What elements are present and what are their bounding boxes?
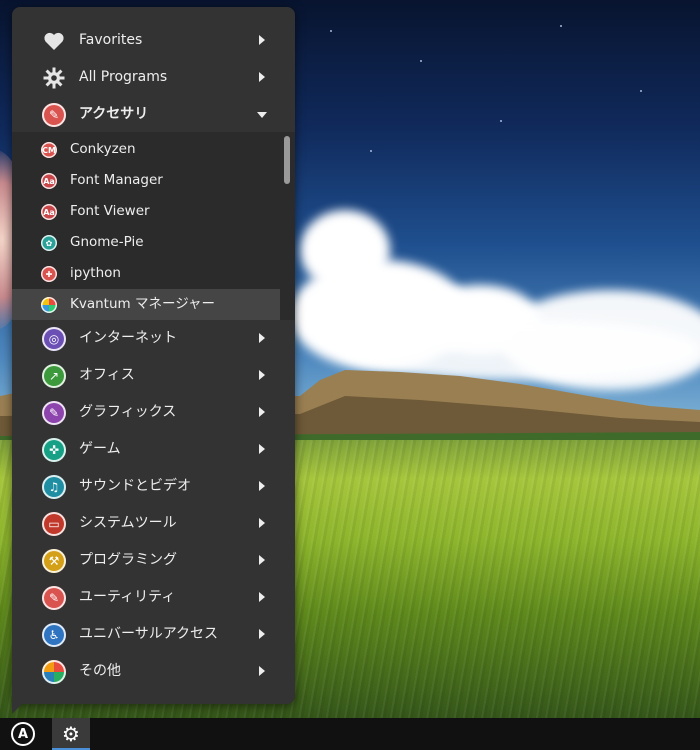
star <box>370 150 372 152</box>
menu-item-label: ユニバーサルアクセス <box>79 626 219 642</box>
application-menu: Favorites All Programs ✎ アクセサリ CM Conkyz… <box>12 7 295 704</box>
menu-item-label: サウンドとビデオ <box>79 478 191 494</box>
app-label: Gnome-Pie <box>70 234 144 250</box>
conkyzen-icon: CM <box>41 142 57 158</box>
menu-item-accessories[interactable]: ✎ アクセサリ <box>12 96 295 133</box>
menu-item-label: ゲーム <box>79 441 121 457</box>
start-menu-button[interactable]: A <box>4 718 42 750</box>
chevron-right-icon <box>259 592 265 602</box>
taskbar: A ⚙ <box>0 718 700 750</box>
menu-item-internet[interactable]: ◎ インターネット <box>12 320 295 357</box>
chevron-right-icon <box>259 333 265 343</box>
chevron-down-icon <box>257 112 267 118</box>
chevron-right-icon <box>259 666 265 676</box>
chevron-right-icon <box>259 35 265 45</box>
menu-item-label: インターネット <box>79 330 177 346</box>
app-item-kvantum[interactable]: Kvantum マネージャー <box>12 289 280 320</box>
menu-item-label: オフィス <box>79 367 135 383</box>
internet-icon: ◎ <box>42 327 66 351</box>
universal-access-icon: ♿ <box>42 623 66 647</box>
gear-icon: ⚙ <box>62 722 80 746</box>
app-label: Font Viewer <box>70 203 150 219</box>
accessories-submenu[interactable]: CM Conkyzen Aa Font Manager Aa Font View… <box>12 132 295 320</box>
app-label: Conkyzen <box>70 141 136 157</box>
font-viewer-icon: Aa <box>41 204 57 220</box>
chevron-right-icon <box>259 444 265 454</box>
office-icon: ↗ <box>42 364 66 388</box>
menu-item-label: All Programs <box>79 69 168 85</box>
app-item-ipython[interactable]: ✚ ipython <box>12 258 280 289</box>
star <box>640 90 642 92</box>
menu-item-utilities[interactable]: ✎ ユーティリティ <box>12 579 295 616</box>
menu-item-label: アクセサリ <box>79 106 149 122</box>
chevron-right-icon <box>259 481 265 491</box>
chevron-right-icon <box>259 407 265 417</box>
menu-item-label: Favorites <box>79 32 143 48</box>
programming-icon: ⚒ <box>42 549 66 573</box>
menu-item-label: その他 <box>79 663 121 679</box>
chevron-right-icon <box>259 370 265 380</box>
games-icon: ✜ <box>42 438 66 462</box>
star <box>420 60 422 62</box>
menu-item-favorites[interactable]: Favorites <box>12 22 295 59</box>
gear-icon <box>42 66 66 90</box>
ipython-icon: ✚ <box>41 266 57 282</box>
sound-video-icon: ♫ <box>42 475 66 499</box>
system-tools-icon: ▭ <box>42 512 66 536</box>
star <box>330 30 332 32</box>
menu-item-games[interactable]: ✜ ゲーム <box>12 431 295 468</box>
menu-item-all-programs[interactable]: All Programs <box>12 59 295 96</box>
menu-item-label: プログラミング <box>79 552 177 568</box>
accessories-icon: ✎ <box>42 103 66 127</box>
chevron-right-icon <box>259 555 265 565</box>
app-label: ipython <box>70 265 121 281</box>
menu-item-sound-video[interactable]: ♫ サウンドとビデオ <box>12 468 295 505</box>
font-manager-icon: Aa <box>41 173 57 189</box>
menu-item-graphics[interactable]: ✎ グラフィックス <box>12 394 295 431</box>
menu-pointer <box>12 700 26 714</box>
submenu-scrollbar[interactable] <box>284 136 290 184</box>
gnome-pie-icon: ✿ <box>41 235 57 251</box>
menu-item-system-tools[interactable]: ▭ システムツール <box>12 505 295 542</box>
app-label: Kvantum マネージャー <box>70 296 216 312</box>
menu-item-programming[interactable]: ⚒ プログラミング <box>12 542 295 579</box>
app-item-font-viewer[interactable]: Aa Font Viewer <box>12 196 280 227</box>
star <box>500 120 502 122</box>
taskbar-app-settings[interactable]: ⚙ <box>52 718 90 750</box>
chevron-right-icon <box>259 629 265 639</box>
heart-icon <box>42 29 66 53</box>
chevron-right-icon <box>259 518 265 528</box>
app-item-gnome-pie[interactable]: ✿ Gnome-Pie <box>12 227 280 258</box>
other-icon <box>42 660 66 684</box>
menu-item-label: システムツール <box>79 515 177 531</box>
menu-item-label: グラフィックス <box>79 404 177 420</box>
menu-item-other[interactable]: その他 <box>12 653 295 690</box>
menu-item-office[interactable]: ↗ オフィス <box>12 357 295 394</box>
star <box>560 25 562 27</box>
app-label: Font Manager <box>70 172 163 188</box>
graphics-icon: ✎ <box>42 401 66 425</box>
utilities-icon: ✎ <box>42 586 66 610</box>
kvantum-icon <box>41 297 57 313</box>
menu-item-label: ユーティリティ <box>79 589 176 605</box>
menu-logo-icon: A <box>11 722 35 746</box>
app-item-font-manager[interactable]: Aa Font Manager <box>12 165 280 196</box>
chevron-right-icon <box>259 72 265 82</box>
menu-item-universal-access[interactable]: ♿ ユニバーサルアクセス <box>12 616 295 653</box>
app-item-conkyzen[interactable]: CM Conkyzen <box>12 134 280 165</box>
